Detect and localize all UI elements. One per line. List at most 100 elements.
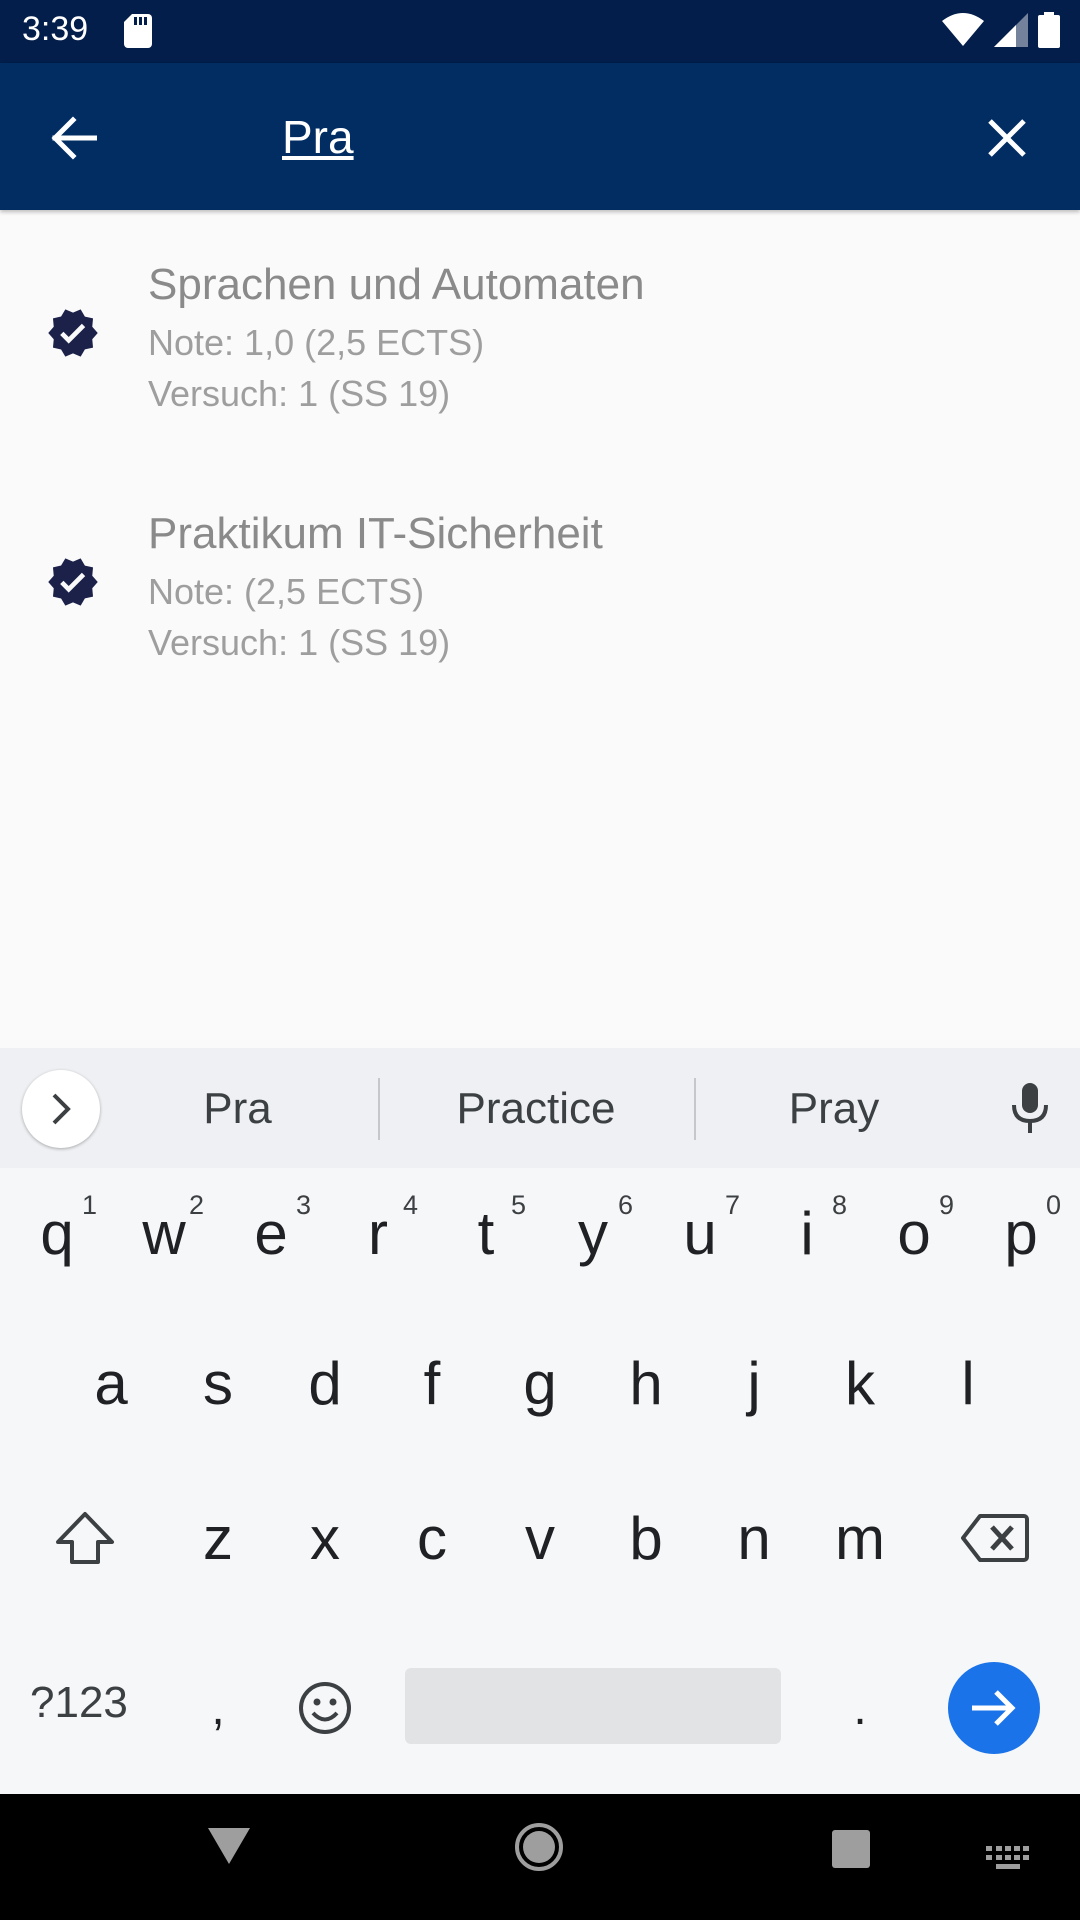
result-attempt: Versuch: 1 (SS 19) [148, 373, 451, 414]
suggestion-1[interactable]: Pra [140, 1084, 335, 1134]
key-label: k [845, 1349, 875, 1417]
key-number-hint: 3 [295, 1190, 311, 1220]
key-label: w [142, 1199, 186, 1267]
verified-badge-icon [48, 558, 98, 606]
key-number-hint: 0 [1045, 1190, 1061, 1220]
result-item[interactable]: Sprachen und Automaten Note: 1,0 (2,5 EC… [0, 210, 1080, 459]
sd-card-icon [124, 14, 152, 48]
key-t[interactable]: 5t [432, 1168, 540, 1298]
nav-home-button[interactable] [514, 1822, 564, 1877]
key-label: e [254, 1199, 288, 1267]
key-e[interactable]: 3e [217, 1168, 325, 1298]
keyboard-icon [986, 1846, 1029, 1869]
backspace-key[interactable] [940, 1473, 1050, 1603]
nav-recents-button[interactable] [830, 1828, 872, 1875]
result-title: Praktikum IT-Sicherheit [148, 509, 603, 558]
key-g[interactable]: g [486, 1318, 594, 1448]
key-label: g [523, 1349, 557, 1417]
key-d[interactable]: d [271, 1318, 379, 1448]
key-h[interactable]: h [592, 1318, 700, 1448]
search-input[interactable] [282, 99, 942, 175]
clear-search-button[interactable] [972, 103, 1042, 173]
back-button[interactable] [38, 103, 108, 173]
key-w[interactable]: 2w [110, 1168, 218, 1298]
key-f[interactable]: f [378, 1318, 486, 1448]
key-o[interactable]: 9o [860, 1168, 968, 1298]
emoji-key[interactable] [271, 1643, 379, 1773]
key-label: z [203, 1504, 233, 1572]
key-label: a [94, 1349, 128, 1417]
suggestion-3[interactable]: Pray [736, 1084, 932, 1134]
key-label: l [961, 1349, 975, 1417]
enter-key[interactable] [948, 1662, 1040, 1754]
comma-key[interactable]: , [164, 1643, 272, 1773]
key-label: d [308, 1349, 342, 1417]
key-y[interactable]: 6y [539, 1168, 647, 1298]
system-navigation-bar [0, 1794, 1080, 1920]
period-key[interactable]: . [806, 1643, 914, 1773]
key-label: n [737, 1504, 771, 1572]
space-key[interactable] [405, 1668, 781, 1744]
circle-home-icon [515, 1823, 563, 1871]
suggestion-divider [694, 1078, 696, 1140]
verified-badge-icon [48, 309, 98, 357]
key-label: q [40, 1199, 74, 1267]
key-label: b [629, 1504, 663, 1572]
key-b[interactable]: b [592, 1473, 700, 1603]
shift-icon [56, 1512, 114, 1564]
square-recents-icon [832, 1830, 870, 1868]
key-label: . [853, 1681, 867, 1735]
keyboard-switch-button[interactable] [986, 1846, 1030, 1875]
key-number-hint: 2 [188, 1190, 204, 1220]
voice-input-button[interactable] [998, 1076, 1062, 1140]
key-number-hint: 7 [724, 1190, 740, 1220]
key-k[interactable]: k [806, 1318, 914, 1448]
triangle-back-icon [208, 1828, 250, 1864]
key-m[interactable]: m [806, 1473, 914, 1603]
key-c[interactable]: c [378, 1473, 486, 1603]
symbols-key[interactable]: ?123 [30, 1678, 128, 1728]
search-app-bar [0, 63, 1080, 210]
key-z[interactable]: z [164, 1473, 272, 1603]
key-i[interactable]: 8i [753, 1168, 861, 1298]
key-number-hint: 6 [617, 1190, 633, 1220]
key-label: , [211, 1681, 225, 1735]
key-label: s [203, 1349, 233, 1417]
key-label: f [423, 1349, 441, 1417]
key-label: p [1004, 1199, 1038, 1267]
key-label: y [578, 1199, 608, 1267]
key-number-hint: 9 [938, 1190, 954, 1220]
key-number-hint: 4 [402, 1190, 418, 1220]
result-grade: Note: 1,0 (2,5 ECTS) [148, 322, 485, 363]
key-x[interactable]: x [271, 1473, 379, 1603]
key-label: c [417, 1504, 447, 1572]
status-time: 3:39 [22, 10, 89, 48]
expand-suggestions-button[interactable] [22, 1070, 100, 1148]
keyboard-suggestion-bar: Pra Practice Pray [0, 1048, 1080, 1168]
key-label: u [683, 1199, 717, 1267]
key-p[interactable]: 0p [967, 1168, 1075, 1298]
key-v[interactable]: v [486, 1473, 594, 1603]
chevron-right-icon [52, 1093, 71, 1125]
shift-key[interactable] [30, 1473, 140, 1603]
key-l[interactable]: l [914, 1318, 1022, 1448]
key-q[interactable]: 1q [3, 1168, 111, 1298]
wifi-icon [942, 13, 984, 46]
key-u[interactable]: 7u [646, 1168, 754, 1298]
key-r[interactable]: 4r [324, 1168, 432, 1298]
key-a[interactable]: a [57, 1318, 165, 1448]
key-number-hint: 8 [831, 1190, 847, 1220]
arrow-left-icon [51, 116, 97, 160]
nav-back-button[interactable] [206, 1824, 252, 1873]
key-label: v [525, 1504, 555, 1572]
key-j[interactable]: j [700, 1318, 808, 1448]
key-number-hint: 5 [510, 1190, 526, 1220]
key-label: m [835, 1504, 885, 1572]
result-grade: Note: (2,5 ECTS) [148, 571, 425, 612]
key-s[interactable]: s [164, 1318, 272, 1448]
soft-keyboard: 1q 2w 3e 4r 5t 6y 7u 8i 9o 0p a s d f g … [0, 1168, 1080, 1794]
key-n[interactable]: n [700, 1473, 808, 1603]
result-item[interactable]: Praktikum IT-Sicherheit Note: (2,5 ECTS)… [0, 459, 1080, 708]
suggestion-2[interactable]: Practice [420, 1084, 652, 1134]
key-label: t [477, 1199, 495, 1267]
